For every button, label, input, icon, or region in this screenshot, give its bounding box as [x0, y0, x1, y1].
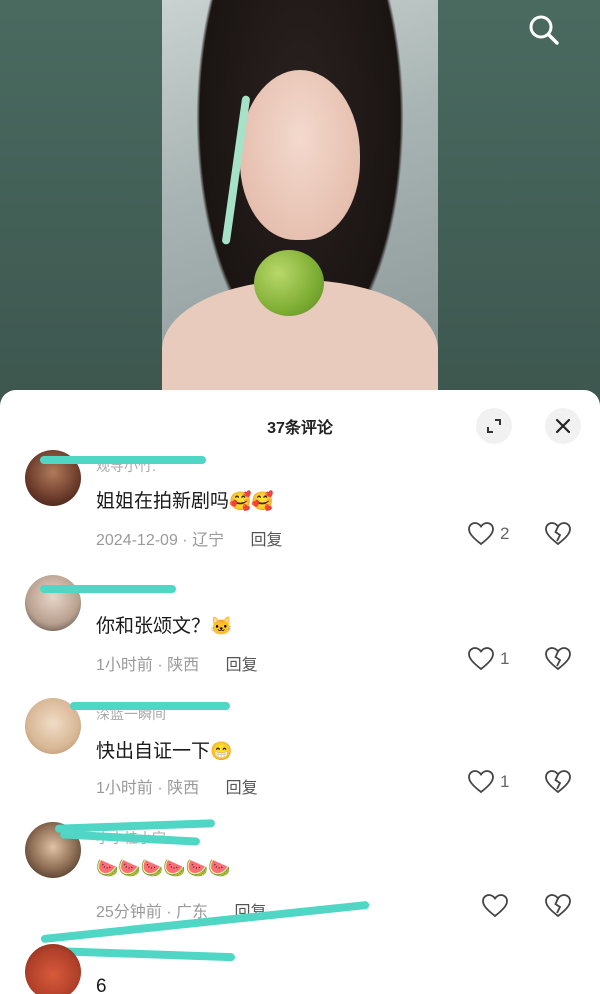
heart-outline-icon — [482, 894, 508, 918]
comment-text: 🍉🍉🍉🍉🍉🍉 — [96, 858, 230, 880]
expand-icon — [487, 419, 501, 433]
comment-emoji: 🐱 — [210, 616, 233, 636]
expand-button[interactable] — [476, 408, 512, 444]
heart-outline-icon — [468, 770, 494, 794]
comment-text-content: 快出自证一下 — [96, 741, 211, 762]
broken-heart-icon — [545, 522, 571, 546]
broken-heart-icon — [545, 770, 571, 794]
comment-time: 1小时前 — [96, 657, 153, 674]
reply-button[interactable]: 回复 — [251, 532, 283, 549]
comment-time: 2024-12-09 — [96, 532, 178, 549]
search-button[interactable] — [524, 10, 564, 50]
comment-sheet: 37条评论 观寻小竹. 姐姐在拍新剧吗🥰🥰 2024-12-09 · 辽宁 回复… — [0, 390, 600, 994]
scribble-overlay — [40, 456, 206, 464]
comment-emoji: 😁 — [210, 741, 233, 761]
dislike-button[interactable] — [545, 770, 571, 798]
like-button[interactable]: 1 — [468, 770, 509, 794]
like-count: 1 — [500, 772, 510, 791]
search-icon — [529, 15, 559, 45]
dislike-button[interactable] — [545, 894, 571, 922]
broken-heart-icon — [545, 647, 571, 671]
reply-button[interactable]: 回复 — [226, 657, 258, 674]
comment-text: 6 — [96, 976, 107, 994]
comment-meta: 2024-12-09 · 辽宁 回复 — [96, 532, 283, 549]
comment-time: 1小时前 — [96, 780, 153, 797]
scribble-overlay — [40, 585, 176, 593]
scribble-overlay — [70, 702, 230, 710]
dislike-button[interactable] — [545, 647, 571, 675]
comment-text-content: 姐姐在拍新剧吗 — [96, 491, 230, 512]
like-button[interactable]: 1 — [468, 647, 509, 671]
avatar[interactable] — [25, 944, 81, 994]
comment-text-content: 你和张颂文？ — [96, 616, 211, 637]
comment-meta: 1小时前 · 陕西 回复 — [96, 780, 258, 797]
video-frame-apple — [254, 250, 324, 316]
video-background — [0, 0, 600, 400]
comment-meta: 1小时前 · 陕西 回复 — [96, 657, 258, 674]
broken-heart-icon — [545, 894, 571, 918]
like-count: 2 — [500, 524, 510, 543]
like-button[interactable] — [482, 894, 508, 918]
comment-text: 你和张颂文？🐱 — [96, 611, 232, 638]
comment-text: 姐姐在拍新剧吗🥰🥰 — [96, 486, 274, 513]
close-button[interactable] — [545, 408, 581, 444]
comment-time: 25分钟前 — [96, 904, 162, 921]
avatar[interactable] — [25, 575, 81, 631]
like-button[interactable]: 2 — [468, 522, 509, 546]
comment-text-content: 6 — [96, 976, 107, 994]
comment-location: 辽宁 — [192, 532, 225, 549]
heart-outline-icon — [468, 522, 494, 546]
comment-location: 陕西 — [167, 657, 200, 674]
video-frame-face — [240, 70, 360, 240]
comment-text: 快出自证一下😁 — [96, 736, 232, 763]
video-player[interactable] — [162, 0, 438, 392]
reply-button[interactable]: 回复 — [226, 780, 258, 797]
comment-location: 陕西 — [167, 780, 200, 797]
heart-outline-icon — [468, 647, 494, 671]
comment-emoji: 🍉🍉🍉🍉🍉🍉 — [96, 858, 231, 878]
dislike-button[interactable] — [545, 522, 571, 550]
like-count: 1 — [500, 649, 510, 668]
comment-emoji: 🥰🥰 — [229, 491, 274, 511]
close-icon — [555, 418, 571, 434]
